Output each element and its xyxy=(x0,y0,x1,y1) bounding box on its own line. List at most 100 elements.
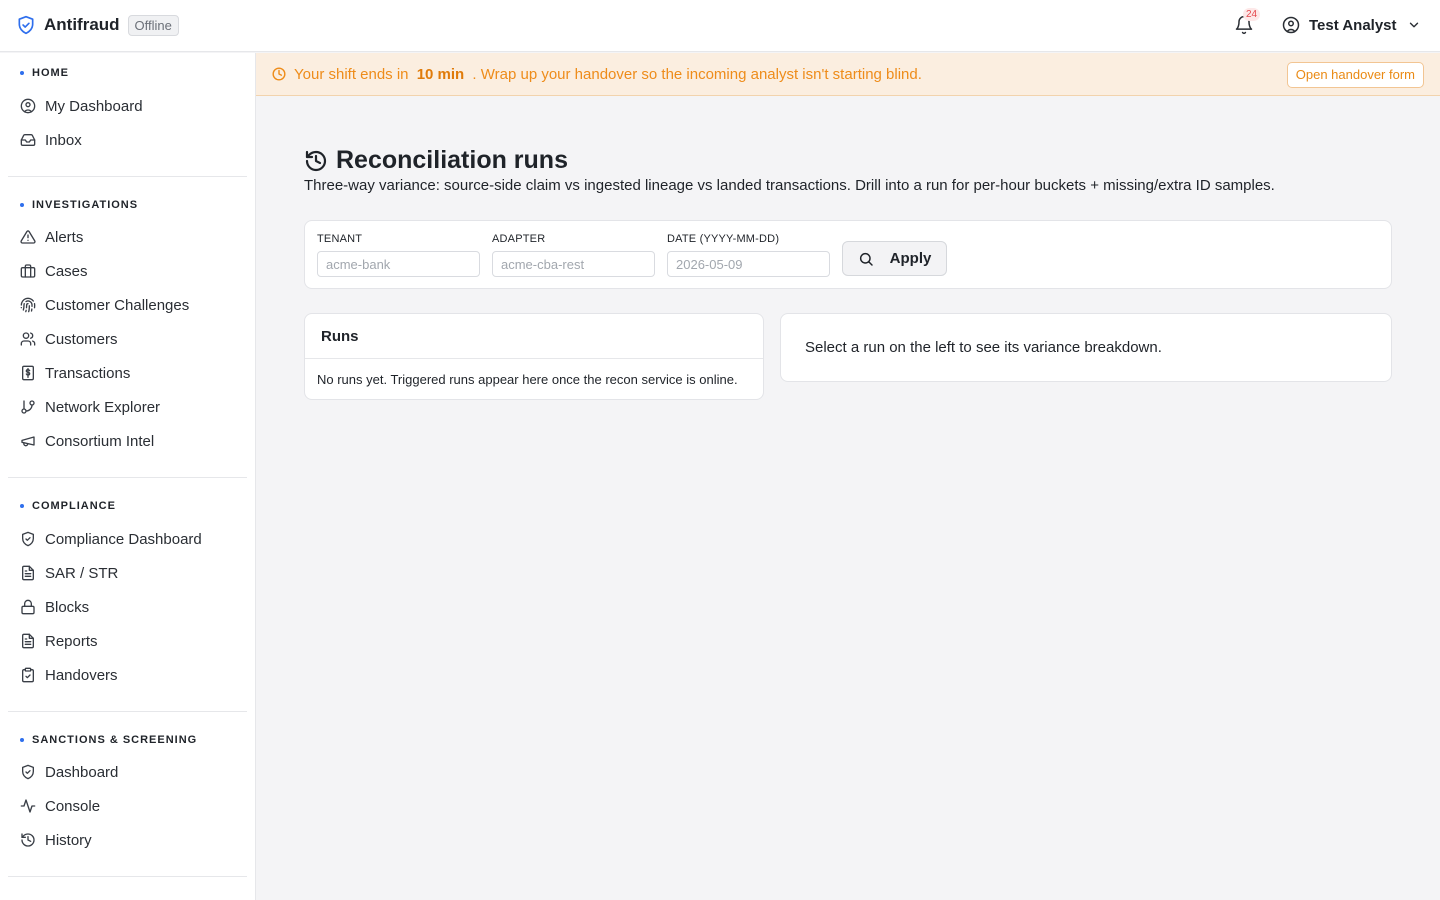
sidebar-item-label: Consortium Intel xyxy=(45,432,155,450)
sidebar-item-sar-str[interactable]: SAR / STR xyxy=(8,556,247,590)
sidebar-item-reports[interactable]: Reports xyxy=(8,624,247,658)
section-header: HOME xyxy=(20,63,247,83)
briefcase-icon xyxy=(20,263,36,279)
section-dot xyxy=(20,71,24,75)
sidebar-item-label: Handovers xyxy=(45,666,118,684)
users-icon xyxy=(20,331,36,347)
sidebar-item-network-explorer[interactable]: Network Explorer xyxy=(8,390,247,424)
runs-heading: Runs xyxy=(305,314,763,359)
section-label: INVESTIGATIONS xyxy=(32,199,139,211)
sidebar-item-label: Alerts xyxy=(45,228,84,246)
sidebar-item-consortium-intel[interactable]: Consortium Intel xyxy=(8,424,247,458)
filter-bar: TENANT ADAPTER DATE (YYYY-MM-DD) Apply xyxy=(304,220,1392,289)
sidebar-item-label: Network Explorer xyxy=(45,398,161,416)
sidebar-item-my-dashboard[interactable]: My Dashboard xyxy=(8,89,247,123)
notifications-button[interactable]: 24 xyxy=(1234,8,1261,40)
sidebar-item-inbox[interactable]: Inbox xyxy=(8,123,247,157)
banner-text-after: . Wrap up your handover so the incoming … xyxy=(472,66,922,83)
clipboard-check-icon xyxy=(20,667,36,683)
notification-count-badge: 24 xyxy=(1243,8,1261,21)
sidebar-item-alerts[interactable]: Alerts xyxy=(8,220,247,254)
adapter-input[interactable] xyxy=(492,251,655,277)
fingerprint-icon xyxy=(20,297,36,313)
date-field: DATE (YYYY-MM-DD) xyxy=(667,233,830,277)
sidebar-item-history[interactable]: History xyxy=(8,823,247,857)
section-header: COMPLIANCE xyxy=(20,496,247,516)
sidebar-section-compliance: COMPLIANCE Compliance Dashboard SAR / ST… xyxy=(0,478,255,692)
brand[interactable]: Antifraud Offline xyxy=(16,14,179,36)
detail-empty-message: Select a run on the left to see its vari… xyxy=(805,339,1162,356)
sidebar: HOME My Dashboard Inbox INVESTIGATIONS A… xyxy=(0,53,256,900)
sidebar-item-compliance-dashboard[interactable]: Compliance Dashboard xyxy=(8,522,247,556)
app-name: Antifraud xyxy=(44,15,120,34)
tenant-label: TENANT xyxy=(317,233,363,245)
user-name: Test Analyst xyxy=(1309,16,1397,34)
sidebar-section-home: HOME My Dashboard Inbox xyxy=(0,53,255,157)
user-menu[interactable]: Test Analyst xyxy=(1282,16,1421,34)
inbox-icon xyxy=(20,132,36,148)
tenant-input[interactable] xyxy=(317,251,480,277)
lock-icon xyxy=(20,599,36,615)
sidebar-item-label: Customer Challenges xyxy=(45,296,190,314)
sidebar-item-label: Compliance Dashboard xyxy=(45,530,202,548)
clock-icon xyxy=(272,67,286,81)
section-label: SANCTIONS & SCREENING xyxy=(32,734,198,746)
sidebar-item-customers[interactable]: Customers xyxy=(8,322,247,356)
page-title: Reconciliation runs xyxy=(336,146,568,174)
banner-text-before: Your shift ends in xyxy=(294,66,409,83)
shield-check-icon xyxy=(20,764,36,780)
sidebar-item-console[interactable]: Console xyxy=(8,789,247,823)
history-icon xyxy=(304,149,328,173)
receipt-dollar-icon xyxy=(20,365,36,381)
variance-detail-panel: Select a run on the left to see its vari… xyxy=(780,313,1392,382)
shift-banner: Your shift ends in 10 min . Wrap up your… xyxy=(256,53,1440,96)
file-text-icon xyxy=(20,565,36,581)
apply-button[interactable]: Apply xyxy=(842,241,947,276)
top-bar: Antifraud Offline 24 Test Analyst xyxy=(0,0,1440,52)
open-handover-form-button[interactable]: Open handover form xyxy=(1286,62,1424,88)
sidebar-item-label: Dashboard xyxy=(45,763,119,781)
sidebar-item-label: Transactions xyxy=(45,364,131,382)
sidebar-section-sanctions: SANCTIONS & SCREENING Dashboard Console … xyxy=(0,712,255,857)
sidebar-item-cases[interactable]: Cases xyxy=(8,254,247,288)
sidebar-divider xyxy=(8,876,247,877)
tenant-field: TENANT xyxy=(317,233,480,277)
section-dot xyxy=(20,203,24,207)
alert-triangle-icon xyxy=(20,229,36,245)
date-input[interactable] xyxy=(667,251,830,277)
user-circle-icon xyxy=(1282,16,1300,34)
sidebar-item-customer-challenges[interactable]: Customer Challenges xyxy=(8,288,247,322)
apply-label: Apply xyxy=(889,250,932,267)
adapter-label: ADAPTER xyxy=(492,233,546,245)
banner-time: 10 min xyxy=(416,66,465,83)
sidebar-item-label: History xyxy=(45,831,92,849)
sidebar-item-handovers[interactable]: Handovers xyxy=(8,658,247,692)
history-icon xyxy=(20,832,36,848)
section-header: INVESTIGATIONS xyxy=(20,195,247,215)
section-label: HOME xyxy=(32,67,69,79)
sidebar-item-label: Cases xyxy=(45,262,88,280)
shield-check-icon xyxy=(16,14,36,36)
chevron-down-icon xyxy=(1407,18,1421,32)
bell-icon xyxy=(1234,15,1254,40)
sidebar-item-blocks[interactable]: Blocks xyxy=(8,590,247,624)
runs-empty-message: No runs yet. Triggered runs appear here … xyxy=(317,372,738,387)
sidebar-item-label: Customers xyxy=(45,330,118,348)
megaphone-icon xyxy=(20,433,36,449)
search-icon xyxy=(858,251,874,267)
sidebar-item-sanctions-dashboard[interactable]: Dashboard xyxy=(8,755,247,789)
git-branch-icon xyxy=(20,399,36,415)
date-label: DATE (YYYY-MM-DD) xyxy=(667,233,780,245)
runs-panel: Runs No runs yet. Triggered runs appear … xyxy=(304,313,764,400)
sidebar-item-label: Reports xyxy=(45,632,98,650)
sidebar-item-label: My Dashboard xyxy=(45,97,143,115)
sidebar-item-transactions[interactable]: Transactions xyxy=(8,356,247,390)
sidebar-item-label: SAR / STR xyxy=(45,564,119,582)
connection-status-badge: Offline xyxy=(127,14,179,36)
adapter-field: ADAPTER xyxy=(492,233,655,277)
sidebar-section-investigations: INVESTIGATIONS Alerts Cases Customer Cha… xyxy=(0,177,255,458)
section-dot xyxy=(20,738,24,742)
page-subtitle: Three-way variance: source-side claim vs… xyxy=(304,177,1275,194)
user-circle-icon xyxy=(20,98,36,114)
section-dot xyxy=(20,504,24,508)
